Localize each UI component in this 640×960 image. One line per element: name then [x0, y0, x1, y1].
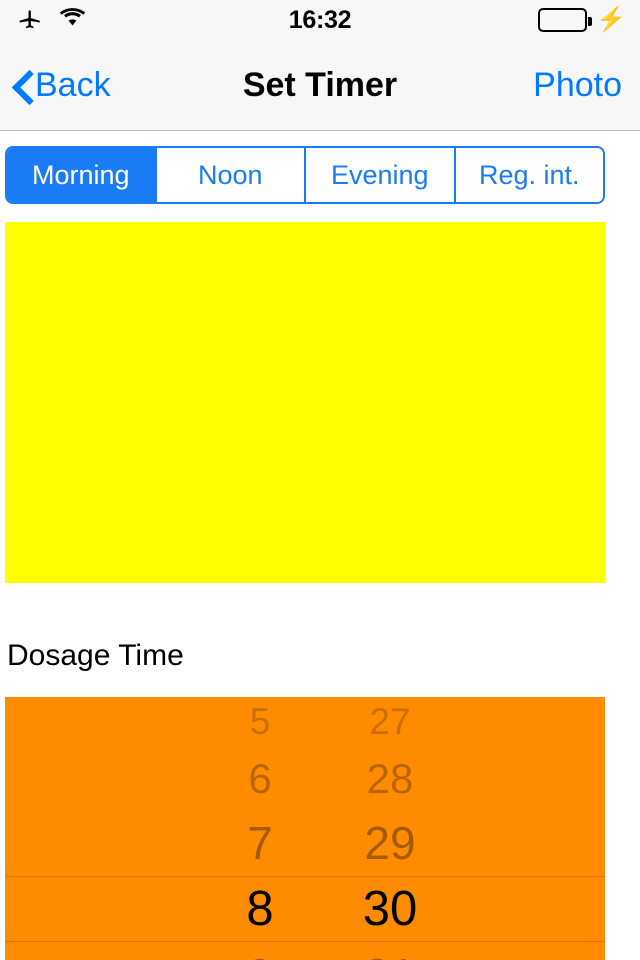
- status-bar: 16:32 ⚡: [0, 0, 640, 40]
- segment-noon[interactable]: Noon: [156, 148, 306, 202]
- meal-timing-picker[interactable]: Before mealJust before mealJust after me…: [5, 222, 605, 583]
- hour-column[interactable]: 456789: [185, 697, 335, 960]
- segment-label: Morning: [31, 159, 130, 190]
- battery-icon: [538, 8, 593, 32]
- hour-row[interactable]: 6: [185, 748, 335, 810]
- segment-label: Noon: [197, 159, 263, 190]
- time-picker-columns: 456789 262728293031: [5, 697, 605, 960]
- minute-wheel[interactable]: 262728293031: [315, 697, 465, 960]
- segment-evening[interactable]: Evening: [306, 148, 456, 202]
- dosage-time-picker[interactable]: 456789 262728293031: [5, 697, 605, 960]
- minute-row[interactable]: 29: [315, 810, 465, 876]
- hour-row[interactable]: 7: [185, 810, 335, 876]
- wifi-icon: [58, 6, 87, 34]
- segment-label: Evening: [330, 159, 429, 190]
- hour-row-selected[interactable]: 8: [185, 876, 335, 942]
- minute-column[interactable]: 262728293031: [315, 697, 465, 960]
- navigation-bar: Back Set Timer Photo: [0, 40, 640, 131]
- hour-wheel[interactable]: 456789: [185, 697, 335, 960]
- lightning-bolt-icon: ⚡: [596, 6, 626, 33]
- status-bar-right-icons: ⚡: [538, 0, 626, 40]
- photo-button[interactable]: Photo: [533, 40, 622, 131]
- dosage-time-label: Dosage Time: [7, 639, 184, 672]
- time-of-day-segmented-control[interactable]: Morning Noon Evening Reg. int.: [5, 146, 605, 204]
- status-bar-clock: 16:32: [288, 5, 352, 34]
- hour-row[interactable]: 5: [185, 697, 335, 748]
- minute-row[interactable]: 27: [315, 697, 465, 748]
- airplane-mode-icon: [16, 5, 44, 36]
- status-bar-left-icons: [16, 5, 87, 36]
- segment-morning[interactable]: Morning: [7, 148, 157, 202]
- minute-row[interactable]: 28: [315, 748, 465, 810]
- hour-row[interactable]: 9: [185, 942, 335, 960]
- minute-row-selected[interactable]: 30: [315, 876, 465, 942]
- segment-reg-int[interactable]: Reg. int.: [455, 148, 603, 202]
- app-screen: 16:32 ⚡ Back Set Timer Photo Morning Noon…: [0, 0, 640, 960]
- segment-label: Reg. int.: [478, 159, 580, 190]
- minute-row[interactable]: 31: [315, 942, 465, 960]
